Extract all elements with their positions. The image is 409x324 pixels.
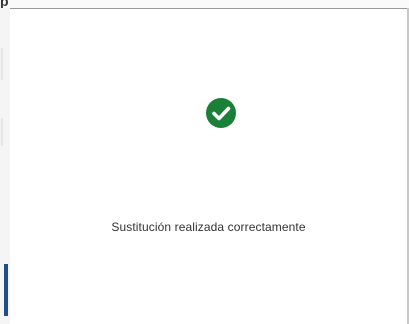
app-window: p Sustitución realizada correctamente [0,0,409,324]
background-sidebar [0,8,10,324]
sidebar-divider [1,48,3,80]
success-dialog: Sustitución realizada correctamente [10,8,407,324]
sidebar-active-indicator [4,264,8,316]
background-title: p [0,0,9,8]
check-circle-icon [206,98,236,128]
background-header: p [0,0,409,8]
success-message: Sustitución realizada correctamente [111,220,306,234]
sidebar-divider [1,118,3,146]
